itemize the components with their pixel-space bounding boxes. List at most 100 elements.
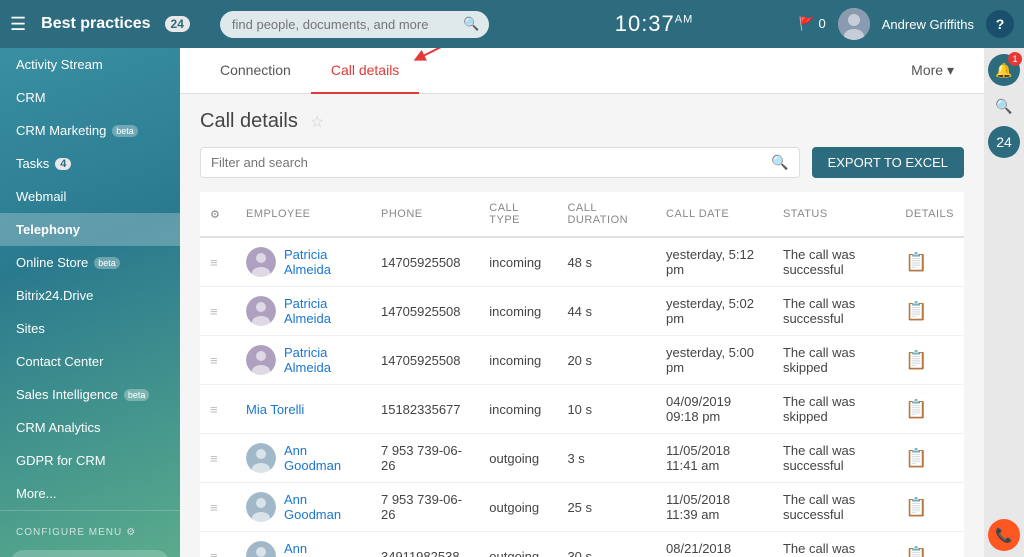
export-to-excel-button[interactable]: EXPORT TO EXCEL: [812, 147, 964, 178]
details-cell[interactable]: 📋: [895, 532, 964, 557]
table-row: ≡Patricia Almeida14705925508incoming44 s…: [200, 287, 964, 336]
col-call-date: Call Date: [656, 192, 773, 237]
tab-call-details[interactable]: Call details 2: [311, 48, 419, 94]
sidebar-item-webmail[interactable]: Webmail: [0, 180, 180, 213]
configure-menu-btn[interactable]: CONFIGURE MENU ⚙: [0, 519, 180, 546]
sidebar-item-sites[interactable]: Sites: [0, 312, 180, 345]
phone-cell: 15182335677: [371, 385, 479, 434]
employee-cell: Ann Goodman: [236, 483, 371, 532]
details-icon[interactable]: 📋: [905, 497, 927, 517]
sidebar-item-crm-marketing[interactable]: CRM Marketing beta: [0, 114, 180, 147]
main-layout: Activity Stream CRM CRM Marketing beta T…: [0, 48, 1024, 557]
call-type-cell: outgoing: [479, 532, 557, 557]
row-handle[interactable]: ≡: [200, 483, 236, 532]
row-handle[interactable]: ≡: [200, 287, 236, 336]
phone-cell: 7 953 739-06-26: [371, 483, 479, 532]
details-icon[interactable]: 📋: [905, 399, 927, 419]
sidebar-item-telephony[interactable]: Telephony: [0, 213, 180, 246]
call-date-cell: 11/05/2018 11:39 am: [656, 483, 773, 532]
avatar: [246, 492, 276, 522]
side-icons: 🔔 1 🔍 24 📞: [984, 48, 1024, 557]
details-cell[interactable]: 📋: [895, 385, 964, 434]
details-cell[interactable]: 📋: [895, 434, 964, 483]
counter-button[interactable]: 24: [988, 126, 1020, 158]
sidebar-item-bitrix24-drive[interactable]: Bitrix24.Drive: [0, 279, 180, 312]
favorite-icon[interactable]: ☆: [310, 112, 324, 132]
col-call-duration: Call Duration: [557, 192, 656, 237]
details-cell[interactable]: 📋: [895, 237, 964, 287]
table-row: ≡Ann Goodman34911982538outgoing30 s08/21…: [200, 532, 964, 557]
filter-bar: 🔍 EXPORT TO EXCEL: [200, 147, 964, 178]
table-row: ≡Ann Goodman7 953 739-06-26outgoing25 s1…: [200, 483, 964, 532]
topbar-right: 🚩 0 Andrew Griffiths ?: [799, 8, 1014, 40]
employee-name[interactable]: Ann Goodman: [284, 443, 361, 473]
sidebar-item-tasks[interactable]: Tasks 4: [0, 147, 180, 180]
details-icon[interactable]: 📋: [905, 448, 927, 468]
col-settings: ⚙: [200, 192, 236, 237]
sidebar: Activity Stream CRM CRM Marketing beta T…: [0, 48, 180, 557]
details-cell[interactable]: 📋: [895, 483, 964, 532]
sidebar-item-sales-intelligence[interactable]: Sales Intelligence beta: [0, 378, 180, 411]
filter-search-icon: 🔍: [771, 154, 788, 171]
menu-icon[interactable]: ☰: [10, 14, 26, 35]
search-side-button[interactable]: 🔍: [988, 90, 1020, 122]
row-handle[interactable]: ≡: [200, 385, 236, 434]
call-duration-cell: 44 s: [557, 287, 656, 336]
current-time: 10:37AM: [519, 11, 788, 37]
employee-name[interactable]: Patricia Almeida: [284, 345, 361, 375]
sidebar-item-activity-stream[interactable]: Activity Stream: [0, 48, 180, 81]
settings-col-icon[interactable]: ⚙: [210, 209, 220, 221]
global-search: 🔍: [220, 11, 489, 38]
details-cell[interactable]: 📋: [895, 287, 964, 336]
details-icon[interactable]: 📋: [905, 252, 927, 272]
employee-cell: Patricia Almeida: [236, 237, 371, 287]
help-button[interactable]: ?: [986, 10, 1014, 38]
call-type-cell: incoming: [479, 385, 557, 434]
call-type-cell: incoming: [479, 237, 557, 287]
employee-cell: Patricia Almeida: [236, 287, 371, 336]
employee-name[interactable]: Patricia Almeida: [284, 296, 361, 326]
call-duration-cell: 3 s: [557, 434, 656, 483]
employee-name[interactable]: Mia Torelli: [246, 402, 304, 417]
invite-users-btn[interactable]: + INVITE USERS: [10, 550, 170, 557]
app-title: Best practices: [41, 15, 150, 33]
tab-bar: Connection Call details 2 More ▾: [180, 48, 984, 94]
call-date-cell: yesterday, 5:02 pm: [656, 287, 773, 336]
employee-name[interactable]: Patricia Almeida: [284, 247, 361, 277]
details-icon[interactable]: 📋: [905, 301, 927, 321]
filter-input-wrap: 🔍: [200, 147, 800, 178]
details-icon[interactable]: 📋: [905, 546, 927, 557]
sidebar-item-gdpr-for-crm[interactable]: GDPR for CRM: [0, 444, 180, 477]
sidebar-item-crm[interactable]: CRM: [0, 81, 180, 114]
details-cell[interactable]: 📋: [895, 336, 964, 385]
row-handle[interactable]: ≡: [200, 336, 236, 385]
content-header: Call details ☆: [200, 110, 964, 133]
employee-name[interactable]: Ann Goodman: [284, 541, 361, 557]
avatar: [246, 443, 276, 473]
call-duration-cell: 20 s: [557, 336, 656, 385]
employee-name[interactable]: Ann Goodman: [284, 492, 361, 522]
table-row: ≡Mia Torelli15182335677incoming10 s04/09…: [200, 385, 964, 434]
sidebar-item-crm-analytics[interactable]: CRM Analytics: [0, 411, 180, 444]
row-handle[interactable]: ≡: [200, 237, 236, 287]
status-cell: The call was skipped: [773, 385, 895, 434]
row-handle[interactable]: ≡: [200, 434, 236, 483]
tab-more[interactable]: More ▾: [901, 48, 964, 93]
page-title: Call details: [200, 110, 298, 133]
avatar[interactable]: [838, 8, 870, 40]
details-icon[interactable]: 📋: [905, 350, 927, 370]
search-input[interactable]: [220, 11, 489, 38]
username-label[interactable]: Andrew Griffiths: [882, 17, 974, 32]
sidebar-item-more[interactable]: More...: [0, 477, 180, 510]
row-handle[interactable]: ≡: [200, 532, 236, 557]
sidebar-item-online-store[interactable]: Online Store beta: [0, 246, 180, 279]
phone-cell: 34911982538: [371, 532, 479, 557]
call-button[interactable]: 📞: [988, 519, 1020, 551]
notification-badge: 1: [1008, 52, 1022, 66]
tab-connection[interactable]: Connection: [200, 48, 311, 94]
phone-cell: 14705925508: [371, 336, 479, 385]
notifications-button[interactable]: 🔔 1: [988, 54, 1020, 86]
table-row: ≡Patricia Almeida14705925508incoming20 s…: [200, 336, 964, 385]
sidebar-item-contact-center[interactable]: Contact Center: [0, 345, 180, 378]
filter-input[interactable]: [211, 155, 771, 170]
